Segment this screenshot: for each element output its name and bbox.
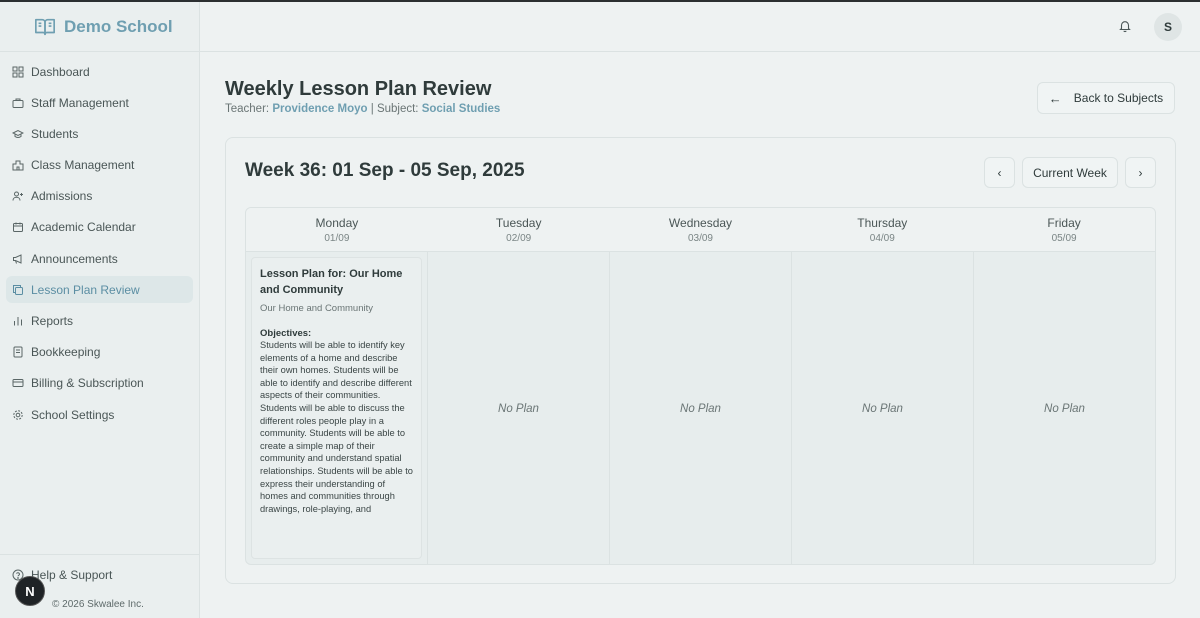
dashboard-icon <box>12 66 24 78</box>
brand-name: Demo School <box>64 16 173 36</box>
day-header-tuesday: Tuesday 02/09 <box>428 208 610 251</box>
day-date: 04/09 <box>869 233 895 244</box>
briefcase-icon <box>12 97 24 109</box>
credit-card-icon <box>12 377 24 389</box>
objectives-text: Students will be able to identify key el… <box>260 340 413 514</box>
sidebar-item-label: School Settings <box>31 407 115 422</box>
day-date: 05/09 <box>1051 233 1077 244</box>
arrow-left-icon: ← <box>1048 90 1062 106</box>
copy-icon <box>12 284 24 296</box>
calendar-icon <box>12 221 24 233</box>
sidebar-item-label: Billing & Subscription <box>31 376 144 391</box>
day-name: Wednesday <box>668 216 733 230</box>
dev-tools-badge[interactable]: N <box>15 576 45 606</box>
sidebar-item-label: Students <box>31 126 79 141</box>
day-cell-friday: No Plan <box>974 252 1155 564</box>
week-grid-body: Lesson Plan for: Our Home and Community … <box>246 252 1155 564</box>
day-date: 02/09 <box>506 233 532 244</box>
sidebar-item-class-management[interactable]: Class Management <box>6 152 193 179</box>
sidebar-item-lesson-plan-review[interactable]: Lesson Plan Review <box>6 276 193 304</box>
lesson-plan-topic: Our Home and Community <box>260 303 373 314</box>
sidebar-item-label: Lesson Plan Review <box>31 282 140 297</box>
sidebar-item-staff-management[interactable]: Staff Management <box>6 89 193 116</box>
copyright-text: © 2026 Skwalee Inc. <box>52 599 144 610</box>
week-title: Week 36: 01 Sep - 05 Sep, 2025 <box>245 160 525 181</box>
day-cell-wednesday: No Plan <box>610 252 792 564</box>
day-cell-tuesday: No Plan <box>428 252 610 564</box>
objectives-label: Objectives: <box>260 328 312 339</box>
avatar[interactable]: S <box>1154 13 1182 41</box>
week-card: Week 36: 01 Sep - 05 Sep, 2025 ‹ Current… <box>225 137 1176 584</box>
no-plan-label: No Plan <box>862 402 903 415</box>
page-subtitle: Teacher: Providence Moyo | Subject: Soci… <box>225 103 500 115</box>
day-header-thursday: Thursday 04/09 <box>791 208 973 251</box>
sidebar-item-label: Staff Management <box>31 95 129 110</box>
user-plus-icon <box>12 190 24 202</box>
back-to-subjects-button[interactable]: ← Back to Subjects <box>1037 82 1175 114</box>
current-week-button[interactable]: Current Week <box>1022 157 1118 188</box>
sidebar-item-label: Bookkeeping <box>31 345 101 360</box>
day-date: 03/09 <box>687 233 713 244</box>
chevron-left-icon: ‹ <box>997 165 1002 180</box>
no-plan-label: No Plan <box>1044 402 1085 415</box>
week-grid: Monday 01/09 Tuesday 02/09 Wednesday 03/… <box>245 207 1156 565</box>
help-support-label: Help & Support <box>31 568 113 582</box>
lesson-plan-title: Lesson Plan for: Our Home and Community <box>260 268 403 296</box>
open-book-icon <box>35 18 55 35</box>
megaphone-icon <box>12 253 24 265</box>
bell-icon[interactable] <box>1118 19 1132 33</box>
subject-label: Subject: <box>376 103 419 115</box>
teacher-label: Teacher: <box>225 103 270 115</box>
day-name: Thursday <box>857 216 908 230</box>
day-name: Tuesday <box>495 216 542 230</box>
sidebar-item-announcements[interactable]: Announcements <box>6 245 193 272</box>
ledger-icon <box>12 346 24 358</box>
day-date: 01/09 <box>324 233 350 244</box>
sidebar-item-bookkeeping[interactable]: Bookkeeping <box>6 339 193 366</box>
no-plan-label: No Plan <box>498 402 539 415</box>
day-name: Monday <box>315 216 359 230</box>
brand[interactable]: Demo School <box>0 2 199 52</box>
day-cell-monday: Lesson Plan for: Our Home and Community … <box>246 252 428 564</box>
sidebar-item-dashboard[interactable]: Dashboard <box>6 58 193 85</box>
top-header: S <box>200 2 1200 52</box>
graduation-cap-icon <box>12 128 24 140</box>
sidebar: Demo School Dashboard Staff Management S… <box>0 2 200 618</box>
page-title: Weekly Lesson Plan Review <box>225 78 492 100</box>
day-cell-thursday: No Plan <box>792 252 974 564</box>
bar-chart-icon <box>12 315 24 327</box>
day-header-monday: Monday 01/09 <box>246 208 428 251</box>
sidebar-nav: Dashboard Staff Management Students Clas… <box>0 52 199 438</box>
sidebar-item-label: Admissions <box>31 189 93 204</box>
chevron-right-icon: › <box>1138 165 1143 180</box>
subtitle-separator: | <box>370 103 374 115</box>
day-name: Friday <box>1047 216 1081 230</box>
sidebar-item-label: Dashboard <box>31 64 90 79</box>
subject-name: Social Studies <box>421 103 501 115</box>
no-plan-label: No Plan <box>680 402 721 415</box>
back-button-label: Back to Subjects <box>1073 91 1164 105</box>
sidebar-item-billing-subscription[interactable]: Billing & Subscription <box>6 370 193 397</box>
sidebar-item-reports[interactable]: Reports <box>6 308 193 335</box>
sidebar-item-admissions[interactable]: Admissions <box>6 183 193 210</box>
sidebar-item-students[interactable]: Students <box>6 120 193 147</box>
week-grid-header: Monday 01/09 Tuesday 02/09 Wednesday 03/… <box>246 208 1155 252</box>
next-week-button[interactable]: › <box>1125 157 1156 188</box>
teacher-name: Providence Moyo <box>272 103 368 115</box>
sidebar-item-school-settings[interactable]: School Settings <box>6 401 193 428</box>
sidebar-item-label: Reports <box>31 314 74 328</box>
day-header-friday: Friday 05/09 <box>973 208 1155 251</box>
school-icon <box>12 159 24 171</box>
previous-week-button[interactable]: ‹ <box>984 157 1015 188</box>
sidebar-item-label: Class Management <box>31 158 135 173</box>
gear-icon <box>12 409 24 421</box>
sidebar-item-academic-calendar[interactable]: Academic Calendar <box>6 214 193 241</box>
sidebar-item-label: Announcements <box>31 251 118 266</box>
lesson-plan-card[interactable]: Lesson Plan for: Our Home and Community … <box>251 257 422 559</box>
sidebar-item-label: Academic Calendar <box>31 220 136 235</box>
day-header-wednesday: Wednesday 03/09 <box>610 208 792 251</box>
